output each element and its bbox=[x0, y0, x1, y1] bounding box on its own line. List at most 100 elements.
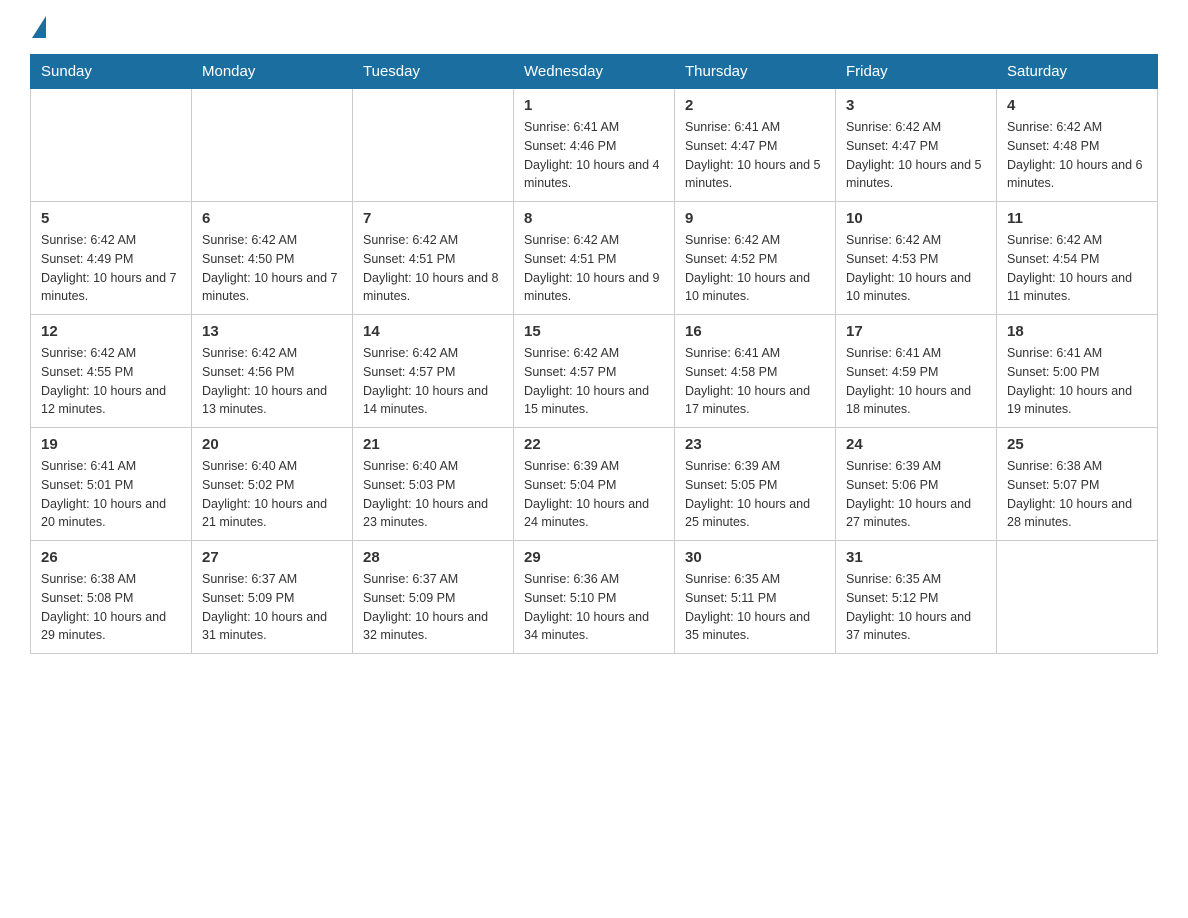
day-info: Sunrise: 6:39 AM Sunset: 5:05 PM Dayligh… bbox=[685, 457, 825, 532]
day-number: 2 bbox=[685, 97, 825, 114]
table-row: 8Sunrise: 6:42 AM Sunset: 4:51 PM Daylig… bbox=[514, 202, 675, 315]
day-number: 6 bbox=[202, 210, 342, 227]
table-row: 27 Sunrise: 6:37 AM Sunset: 5:09 PM Dayli… bbox=[192, 541, 353, 654]
day-number: 1 bbox=[524, 97, 664, 114]
table-row: 25 Sunrise: 6:38 AM Sunset: 5:07 PM Dayli… bbox=[997, 428, 1158, 541]
day-number: 30 bbox=[685, 549, 825, 566]
table-row: 6 Sunrise: 6:42 AM Sunset: 4:50 PM Daylig… bbox=[192, 202, 353, 315]
day-number: 17 bbox=[846, 323, 986, 340]
table-row: 14 Sunrise: 6:42 AM Sunset: 4:57 PM Dayli… bbox=[353, 315, 514, 428]
day-info: Sunrise: 6:35 AM Sunset: 5:11 PM Dayligh… bbox=[685, 570, 825, 645]
day-number: 18 bbox=[1007, 323, 1147, 340]
col-saturday: Saturday bbox=[997, 55, 1158, 89]
table-row: 16Sunrise: 6:41 AM Sunset: 4:58 PM Dayli… bbox=[675, 315, 836, 428]
day-info: Sunrise: 6:42 AM Sunset: 4:48 PM Dayligh… bbox=[1007, 118, 1147, 193]
day-info: Sunrise: 6:42 AM Sunset: 4:47 PM Dayligh… bbox=[846, 118, 986, 193]
day-info: Sunrise: 6:42 AM Sunset: 4:51 PM Dayligh… bbox=[524, 231, 664, 306]
day-number: 15 bbox=[524, 323, 664, 340]
table-row: 21 Sunrise: 6:40 AM Sunset: 5:03 PM Dayli… bbox=[353, 428, 514, 541]
day-number: 9 bbox=[685, 210, 825, 227]
day-info: Sunrise: 6:42 AM Sunset: 4:55 PM Dayligh… bbox=[41, 344, 181, 419]
page-header bbox=[30, 20, 1158, 38]
day-info: Sunrise: 6:39 AM Sunset: 5:04 PM Dayligh… bbox=[524, 457, 664, 532]
table-row bbox=[192, 89, 353, 202]
day-number: 3 bbox=[846, 97, 986, 114]
day-number: 13 bbox=[202, 323, 342, 340]
table-row: 22 Sunrise: 6:39 AM Sunset: 5:04 PM Dayli… bbox=[514, 428, 675, 541]
table-row: 7 Sunrise: 6:42 AM Sunset: 4:51 PM Daylig… bbox=[353, 202, 514, 315]
day-number: 7 bbox=[363, 210, 503, 227]
table-row: 10 Sunrise: 6:42 AM Sunset: 4:53 PM Dayli… bbox=[836, 202, 997, 315]
day-info: Sunrise: 6:41 AM Sunset: 4:47 PM Dayligh… bbox=[685, 118, 825, 193]
table-row: 28 Sunrise: 6:37 AM Sunset: 5:09 PM Dayli… bbox=[353, 541, 514, 654]
calendar-week-4: 19 Sunrise: 6:41 AM Sunset: 5:01 PM Dayli… bbox=[31, 428, 1158, 541]
calendar-table: Sunday Monday Tuesday Wednesday Thursday… bbox=[30, 54, 1158, 654]
day-number: 16 bbox=[685, 323, 825, 340]
table-row: 20 Sunrise: 6:40 AM Sunset: 5:02 PM Dayli… bbox=[192, 428, 353, 541]
table-row: 23 Sunrise: 6:39 AM Sunset: 5:05 PM Dayli… bbox=[675, 428, 836, 541]
day-info: Sunrise: 6:39 AM Sunset: 5:06 PM Dayligh… bbox=[846, 457, 986, 532]
day-number: 28 bbox=[363, 549, 503, 566]
day-number: 19 bbox=[41, 436, 181, 453]
day-info: Sunrise: 6:42 AM Sunset: 4:56 PM Dayligh… bbox=[202, 344, 342, 419]
day-number: 11 bbox=[1007, 210, 1147, 227]
day-number: 21 bbox=[363, 436, 503, 453]
table-row: 13 Sunrise: 6:42 AM Sunset: 4:56 PM Dayli… bbox=[192, 315, 353, 428]
col-tuesday: Tuesday bbox=[353, 55, 514, 89]
day-info: Sunrise: 6:42 AM Sunset: 4:49 PM Dayligh… bbox=[41, 231, 181, 306]
day-number: 12 bbox=[41, 323, 181, 340]
day-info: Sunrise: 6:42 AM Sunset: 4:51 PM Dayligh… bbox=[363, 231, 503, 306]
table-row: 19 Sunrise: 6:41 AM Sunset: 5:01 PM Dayli… bbox=[31, 428, 192, 541]
day-number: 10 bbox=[846, 210, 986, 227]
day-info: Sunrise: 6:42 AM Sunset: 4:50 PM Dayligh… bbox=[202, 231, 342, 306]
table-row: 17Sunrise: 6:41 AM Sunset: 4:59 PM Dayli… bbox=[836, 315, 997, 428]
table-row bbox=[997, 541, 1158, 654]
day-number: 4 bbox=[1007, 97, 1147, 114]
table-row: 2 Sunrise: 6:41 AM Sunset: 4:47 PM Daylig… bbox=[675, 89, 836, 202]
table-row: 1 Sunrise: 6:41 AM Sunset: 4:46 PM Daylig… bbox=[514, 89, 675, 202]
day-number: 25 bbox=[1007, 436, 1147, 453]
table-row: 12 Sunrise: 6:42 AM Sunset: 4:55 PM Dayli… bbox=[31, 315, 192, 428]
day-info: Sunrise: 6:41 AM Sunset: 5:01 PM Dayligh… bbox=[41, 457, 181, 532]
day-info: Sunrise: 6:42 AM Sunset: 4:57 PM Dayligh… bbox=[363, 344, 503, 419]
day-number: 22 bbox=[524, 436, 664, 453]
col-thursday: Thursday bbox=[675, 55, 836, 89]
logo bbox=[30, 20, 46, 38]
day-info: Sunrise: 6:36 AM Sunset: 5:10 PM Dayligh… bbox=[524, 570, 664, 645]
calendar-week-5: 26 Sunrise: 6:38 AM Sunset: 5:08 PM Dayli… bbox=[31, 541, 1158, 654]
day-info: Sunrise: 6:38 AM Sunset: 5:07 PM Dayligh… bbox=[1007, 457, 1147, 532]
day-number: 29 bbox=[524, 549, 664, 566]
table-row: 26 Sunrise: 6:38 AM Sunset: 5:08 PM Dayli… bbox=[31, 541, 192, 654]
day-info: Sunrise: 6:40 AM Sunset: 5:02 PM Dayligh… bbox=[202, 457, 342, 532]
table-row: 18Sunrise: 6:41 AM Sunset: 5:00 PM Dayli… bbox=[997, 315, 1158, 428]
day-info: Sunrise: 6:42 AM Sunset: 4:53 PM Dayligh… bbox=[846, 231, 986, 306]
day-number: 23 bbox=[685, 436, 825, 453]
table-row: 11 Sunrise: 6:42 AM Sunset: 4:54 PM Dayli… bbox=[997, 202, 1158, 315]
table-row: 3 Sunrise: 6:42 AM Sunset: 4:47 PM Daylig… bbox=[836, 89, 997, 202]
day-number: 26 bbox=[41, 549, 181, 566]
day-info: Sunrise: 6:40 AM Sunset: 5:03 PM Dayligh… bbox=[363, 457, 503, 532]
table-row: 9 Sunrise: 6:42 AM Sunset: 4:52 PM Daylig… bbox=[675, 202, 836, 315]
day-number: 20 bbox=[202, 436, 342, 453]
table-row bbox=[353, 89, 514, 202]
table-row: 29 Sunrise: 6:36 AM Sunset: 5:10 PM Dayli… bbox=[514, 541, 675, 654]
day-info: Sunrise: 6:42 AM Sunset: 4:52 PM Dayligh… bbox=[685, 231, 825, 306]
day-number: 5 bbox=[41, 210, 181, 227]
col-monday: Monday bbox=[192, 55, 353, 89]
day-number: 24 bbox=[846, 436, 986, 453]
day-info: Sunrise: 6:42 AM Sunset: 4:57 PM Dayligh… bbox=[524, 344, 664, 419]
day-info: Sunrise: 6:37 AM Sunset: 5:09 PM Dayligh… bbox=[202, 570, 342, 645]
day-info: Sunrise: 6:41 AM Sunset: 4:46 PM Dayligh… bbox=[524, 118, 664, 193]
logo-triangle-icon bbox=[32, 16, 46, 38]
day-info: Sunrise: 6:38 AM Sunset: 5:08 PM Dayligh… bbox=[41, 570, 181, 645]
table-row: 4 Sunrise: 6:42 AM Sunset: 4:48 PM Daylig… bbox=[997, 89, 1158, 202]
calendar-week-3: 12 Sunrise: 6:42 AM Sunset: 4:55 PM Dayli… bbox=[31, 315, 1158, 428]
day-info: Sunrise: 6:37 AM Sunset: 5:09 PM Dayligh… bbox=[363, 570, 503, 645]
day-number: 14 bbox=[363, 323, 503, 340]
day-info: Sunrise: 6:35 AM Sunset: 5:12 PM Dayligh… bbox=[846, 570, 986, 645]
table-row: 30 Sunrise: 6:35 AM Sunset: 5:11 PM Dayli… bbox=[675, 541, 836, 654]
header-row: Sunday Monday Tuesday Wednesday Thursday… bbox=[31, 55, 1158, 89]
day-number: 27 bbox=[202, 549, 342, 566]
day-info: Sunrise: 6:42 AM Sunset: 4:54 PM Dayligh… bbox=[1007, 231, 1147, 306]
table-row: 31Sunrise: 6:35 AM Sunset: 5:12 PM Dayli… bbox=[836, 541, 997, 654]
